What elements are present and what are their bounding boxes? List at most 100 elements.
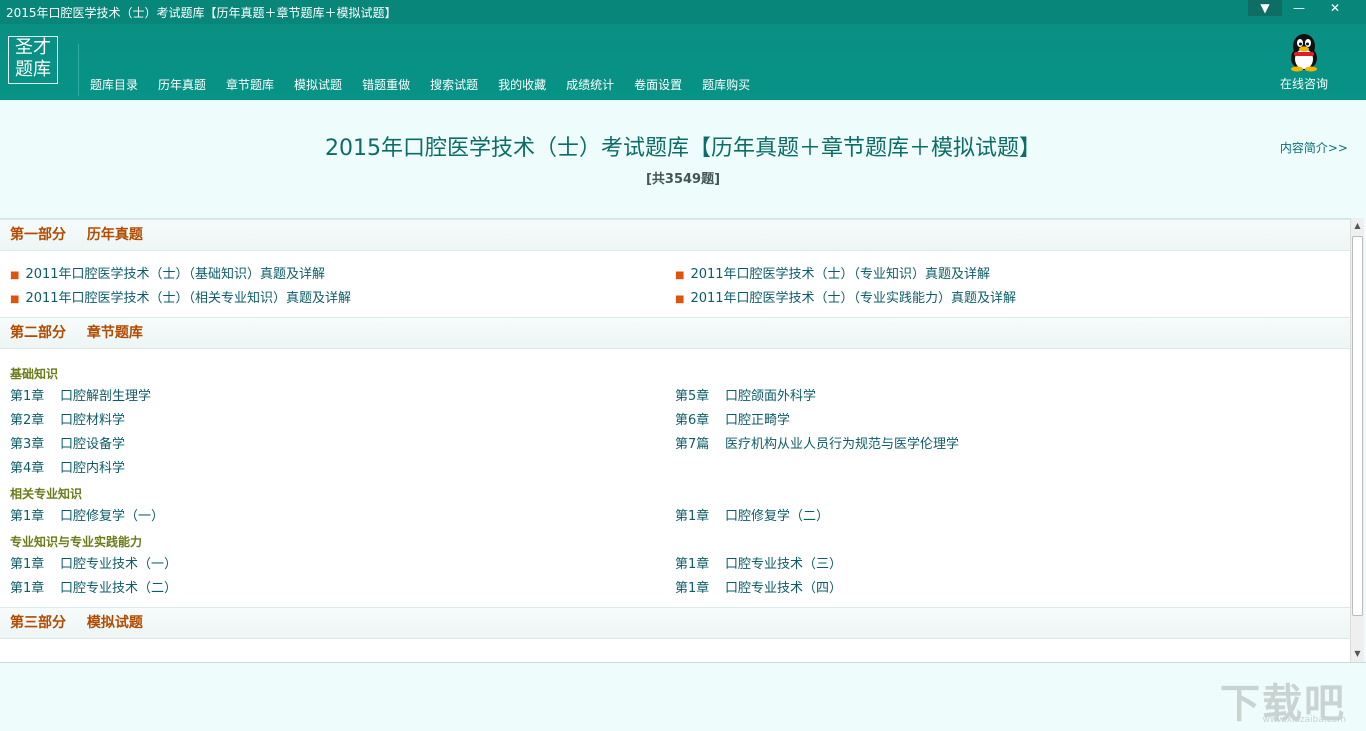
bullet-icon: ■ (10, 270, 20, 281)
section-part-label: 第一部分 (10, 227, 66, 243)
section-part-label: 第三部分 (10, 615, 66, 631)
online-consult-label: 在线咨询 (1279, 77, 1328, 91)
nav-item-past-exams[interactable]: 历年真题 (158, 76, 206, 93)
bullet-icon: ■ (675, 294, 685, 305)
close-button[interactable]: ✕ (1318, 0, 1352, 16)
exam-link-professional-knowledge[interactable]: ■ 2011年口腔医学技术（士）（专业知识）真题及详解 (665, 263, 1330, 287)
nav-item-layout-settings[interactable]: 卷面设置 (634, 76, 682, 93)
chapter-number: 第7篇 (675, 437, 710, 452)
chapter-name: 口腔专业技术（四） (725, 581, 843, 596)
vertical-scrollbar[interactable]: ▲ ▼ (1350, 218, 1364, 662)
exam-link-practice-ability[interactable]: ■ 2011年口腔医学技术（士）（专业实践能力）真题及详解 (665, 287, 1330, 311)
online-consult-button[interactable]: 在线咨询 (1274, 32, 1334, 96)
chapter-number: 第4章 (10, 461, 45, 476)
link-text: 2011年口腔医学技术（士）（专业知识）真题及详解 (690, 267, 991, 282)
nav-item-search[interactable]: 搜索试题 (430, 76, 478, 93)
exam-link-basic-knowledge[interactable]: ■ 2011年口腔医学技术（士）（基础知识）真题及详解 (0, 263, 665, 287)
content-area: 第一部分 历年真题 ■ 2011年口腔医学技术（士）（基础知识）真题及详解 ■ 20… (0, 218, 1350, 663)
chapter-link[interactable]: 第5章 口腔颌面外科学 (665, 385, 1330, 409)
link-text: 2011年口腔医学技术（士）（基础知识）真题及详解 (25, 267, 326, 282)
chapter-name: 口腔设备学 (60, 437, 126, 452)
chapter-link[interactable]: 第1章 口腔专业技术（三） (665, 553, 1330, 577)
nav-item-purchase[interactable]: 题库购买 (702, 76, 750, 93)
qq-penguin-icon (1287, 32, 1321, 72)
nav-item-chapter-bank[interactable]: 章节题库 (226, 76, 274, 93)
page-title: 2015年口腔医学技术（士）考试题库【历年真题＋章节题库＋模拟试题】 (325, 136, 1041, 161)
main-nav: 题库目录 历年真题 章节题库 模拟试题 错题重做 搜索试题 我的收藏 成绩统计 … (90, 76, 770, 93)
chapter-number: 第1章 (675, 509, 710, 524)
chapter-link[interactable]: 第2章 口腔材料学 (0, 409, 665, 433)
section-header-mock-exams: 第三部分 模拟试题 (0, 607, 1350, 639)
scroll-up-arrow-icon[interactable]: ▲ (1351, 218, 1364, 234)
chapter-number: 第5章 (675, 389, 710, 404)
bullet-icon: ■ (675, 270, 685, 281)
chapter-links: 基础知识 第1章 口腔解剖生理学 第5章 口腔颌面外科学 第2章 口腔材料学 第6章口… (0, 349, 1350, 607)
chapter-link[interactable]: 第6章 口腔正畸学 (665, 409, 1330, 433)
chapter-number: 第1章 (10, 557, 45, 572)
section-part-label: 第二部分 (10, 325, 66, 341)
chapter-link[interactable]: 第1章 口腔专业技术（四） (665, 577, 1330, 601)
nav-item-favorites[interactable]: 我的收藏 (498, 76, 546, 93)
scrollbar-thumb[interactable] (1352, 236, 1363, 616)
title-bar: 2015年口腔医学技术（士）考试题库【历年真题＋章节题库＋模拟试题】 ▼ — ✕ (0, 0, 1366, 24)
chapter-name: 口腔解剖生理学 (60, 389, 152, 404)
past-exam-links: ■ 2011年口腔医学技术（士）（基础知识）真题及详解 ■ 2011年口腔医学技术（… (0, 251, 1350, 317)
group-title-related: 相关专业知识 (10, 487, 83, 501)
group-title-basic: 基础知识 (10, 367, 59, 381)
chapter-name: 医疗机构从业人员行为规范与医学伦理学 (725, 437, 960, 452)
bullet-icon: ■ (10, 294, 20, 305)
chapter-link[interactable]: 第1章 口腔专业技术（二） (0, 577, 665, 601)
exam-link-related-knowledge[interactable]: ■ 2011年口腔医学技术（士）（相关专业知识）真题及详解 (0, 287, 665, 311)
link-text: 2011年口腔医学技术（士）（相关专业知识）真题及详解 (25, 291, 352, 306)
chapter-link[interactable]: 第7篇 医疗机构从业人员行为规范与医学伦理学 (665, 433, 1330, 457)
chapter-number: 第3章 (10, 437, 45, 452)
watermark-url: www.xiazaiba.com (1262, 715, 1346, 725)
chapter-name: 口腔专业技术（二） (60, 581, 178, 596)
nav-item-redo-wrong[interactable]: 错题重做 (362, 76, 410, 93)
chapter-name: 口腔内科学 (60, 461, 126, 476)
scroll-down-arrow-icon[interactable]: ▼ (1351, 646, 1364, 662)
chapter-name: 口腔材料学 (60, 413, 126, 428)
banner: 2015年口腔医学技术（士）考试题库【历年真题＋章节题库＋模拟试题】 [共354… (0, 100, 1366, 218)
section-name: 章节题库 (86, 325, 143, 341)
chapter-number: 第1章 (675, 557, 710, 572)
chapter-name: 口腔修复学（一） (60, 509, 165, 524)
chapter-number: 第6章 (675, 413, 710, 428)
logo-text-line2: 题库 (15, 59, 51, 80)
chapter-number: 第1章 (10, 509, 45, 524)
chapter-number: 第1章 (10, 389, 45, 404)
app-logo: 圣才 题库 (8, 36, 58, 84)
nav-item-statistics[interactable]: 成绩统计 (566, 76, 614, 93)
chapter-name: 口腔颌面外科学 (725, 389, 817, 404)
chapter-name: 口腔正畸学 (725, 413, 791, 428)
chapter-name: 口腔专业技术（三） (725, 557, 843, 572)
chapter-number: 第1章 (675, 581, 710, 596)
nav-item-catalog[interactable]: 题库目录 (90, 76, 138, 93)
nav-item-mock-exams[interactable]: 模拟试题 (294, 76, 342, 93)
menu-button[interactable]: ▼ (1248, 0, 1282, 16)
section-name: 历年真题 (86, 227, 143, 243)
minimize-button[interactable]: — (1282, 0, 1316, 16)
section-header-chapter-bank: 第二部分 章节题库 (0, 317, 1350, 349)
app-header: 圣才 题库 题库目录 历年真题 章节题库 模拟试题 错题重做 搜索试题 我的收藏… (0, 24, 1366, 100)
section-name: 模拟试题 (86, 615, 143, 631)
chapter-link[interactable]: 第1章 口腔专业技术（一） (0, 553, 665, 577)
chapter-link[interactable]: 第1章 口腔修复学（二） (665, 505, 1330, 529)
group-title-professional: 专业知识与专业实践能力 (10, 535, 143, 549)
chapter-number: 第2章 (10, 413, 45, 428)
section-header-past-exams: 第一部分 历年真题 (0, 219, 1350, 251)
chapter-name: 口腔修复学（二） (725, 509, 830, 524)
question-count: [共3549题] (645, 172, 721, 187)
chapter-name: 口腔专业技术（一） (60, 557, 178, 572)
intro-link[interactable]: 内容简介>> (1280, 139, 1348, 156)
window-title: 2015年口腔医学技术（士）考试题库【历年真题＋章节题库＋模拟试题】 (6, 6, 397, 20)
chapter-number: 第1章 (10, 581, 45, 596)
chapter-link[interactable]: 第1章 口腔修复学（一） (0, 505, 665, 529)
link-text: 2011年口腔医学技术（士）（专业实践能力）真题及详解 (690, 291, 1017, 306)
bottom-area: 下载吧 www.xiazaiba.com (0, 662, 1366, 731)
chapter-link[interactable]: 第3章 口腔设备学 (0, 433, 665, 457)
chapter-link[interactable]: 第1章 口腔解剖生理学 (0, 385, 665, 409)
chapter-link[interactable]: 第4章 口腔内科学 (0, 457, 665, 481)
nav-divider (78, 44, 79, 96)
logo-text-line1: 圣才 (15, 37, 51, 58)
